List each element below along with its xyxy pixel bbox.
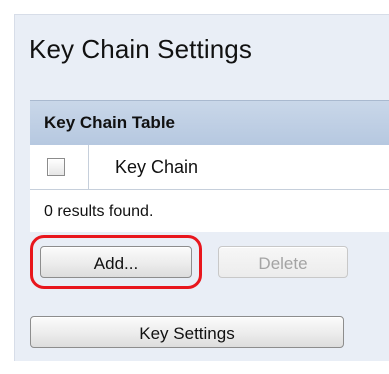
select-all-checkbox[interactable]	[47, 158, 65, 176]
add-button[interactable]: Add...	[40, 246, 192, 278]
select-all-cell	[30, 145, 89, 189]
delete-button[interactable]: Delete	[218, 246, 348, 278]
table-header: Key Chain Table	[30, 100, 389, 146]
table-column-header-row: Key Chain	[30, 145, 389, 190]
results-count-text: 0 results found.	[44, 203, 154, 220]
page-title: Key Chain Settings	[29, 34, 252, 64]
column-header-key-chain[interactable]: Key Chain	[115, 157, 198, 178]
key-settings-button[interactable]: Key Settings	[30, 316, 344, 348]
results-row: 0 results found.	[30, 190, 389, 232]
table-title: Key Chain Table	[44, 113, 175, 132]
